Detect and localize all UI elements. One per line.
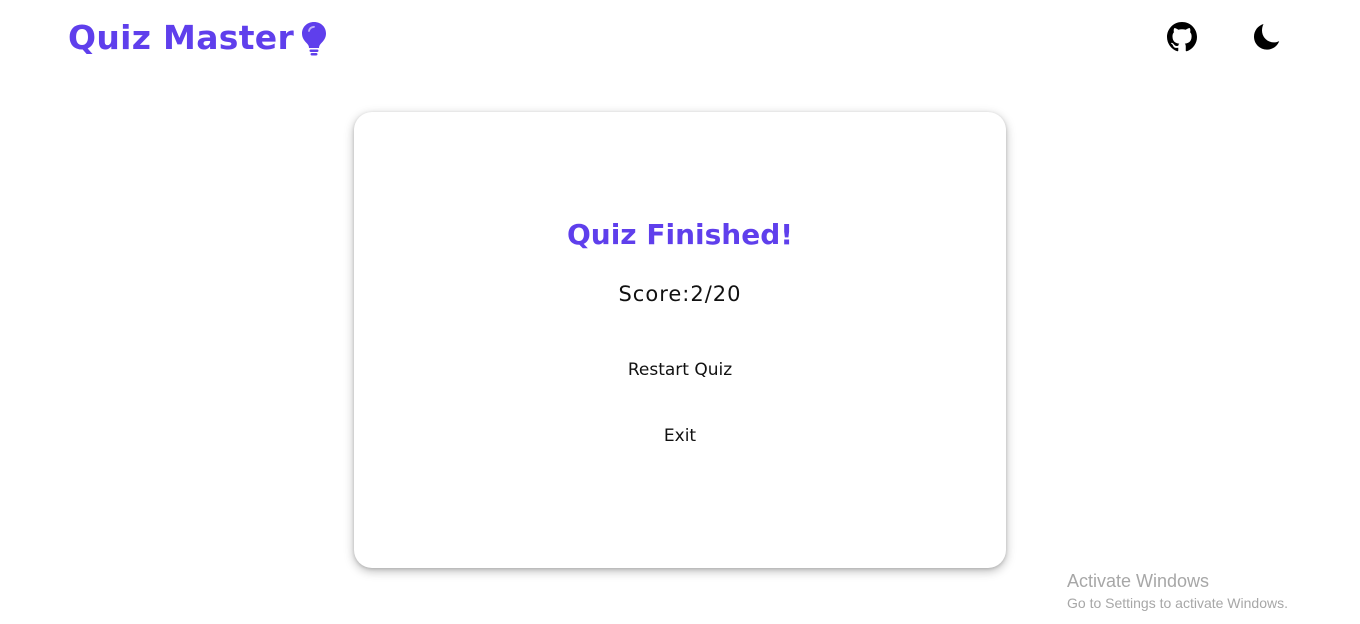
quiz-app: Quiz Master Quiz Finished! Score:2/20 Re…: [0, 0, 1360, 624]
theme-toggle-button[interactable]: [1249, 20, 1283, 54]
lightbulb-icon: [300, 20, 328, 56]
exit-button[interactable]: Exit: [654, 422, 706, 450]
moon-icon: [1254, 24, 1280, 50]
github-link[interactable]: [1165, 20, 1199, 54]
watermark-subtitle: Go to Settings to activate Windows.: [1067, 595, 1288, 611]
quiz-finished-title: Quiz Finished!: [566, 218, 794, 251]
github-icon: [1167, 22, 1197, 52]
windows-activation-watermark: Activate Windows Go to Settings to activ…: [1067, 571, 1288, 611]
watermark-title: Activate Windows: [1067, 571, 1210, 591]
restart-quiz-button[interactable]: Restart Quiz: [618, 356, 742, 384]
app-logo[interactable]: Quiz Master: [68, 18, 328, 57]
logo-text: Quiz Master: [68, 18, 295, 57]
score-text: Score:2/20: [618, 282, 742, 306]
result-card: Quiz Finished! Score:2/20 Restart Quiz E…: [354, 112, 1006, 568]
